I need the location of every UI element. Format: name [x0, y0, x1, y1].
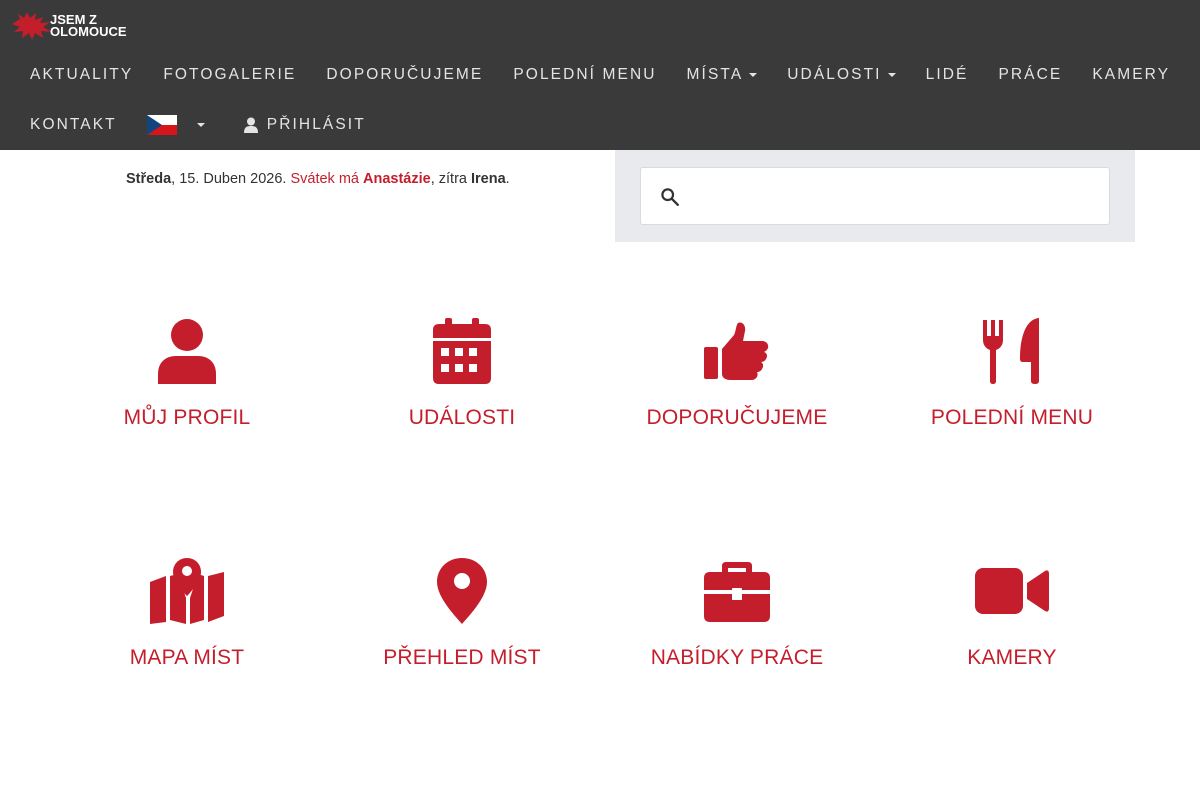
nav-aktuality[interactable]: AKTUALITY	[15, 50, 148, 100]
tile-my-profile[interactable]: MŮJ PROFIL	[67, 318, 307, 430]
tile-label: MAPA MÍST	[129, 646, 245, 669]
nav-doporucujeme[interactable]: DOPORUČUJEME	[311, 50, 498, 100]
tile-label: DOPORUČUJEME	[646, 406, 828, 429]
tile-job-offers[interactable]: NABÍDKY PRÁCE	[617, 558, 857, 670]
top-navbar: JSEM Z OLOMOUCE AKTUALITY FOTOGALERIE DO…	[0, 0, 1200, 150]
logo-line-2: OLOMOUCE	[50, 24, 127, 39]
calendar-icon	[433, 318, 491, 384]
tile-lunch-menu[interactable]: POLEDNÍ MENU	[892, 318, 1132, 430]
tile-events[interactable]: UDÁLOSTI	[342, 318, 582, 430]
map-marker-icon	[437, 558, 487, 624]
czech-flag-icon	[146, 115, 177, 135]
login-link[interactable]: PŘIHLÁSIT	[228, 100, 381, 150]
nav-mista-dropdown[interactable]: MÍSTA	[672, 50, 773, 100]
date-text: , 15. Duben 2026.	[171, 171, 291, 187]
tomorrow-prefix: , zítra	[430, 171, 471, 187]
nav-poledni-menu[interactable]: POLEDNÍ MENU	[498, 50, 671, 100]
caret-down-icon	[196, 123, 205, 127]
user-icon	[158, 319, 216, 384]
briefcase-icon	[704, 562, 770, 622]
search-panel	[615, 150, 1135, 242]
logo-wordmark: JSEM Z OLOMOUCE	[50, 13, 127, 39]
nav-kamery[interactable]: KAMERY	[1077, 50, 1185, 100]
nav-row-2: KONTAKT PŘIHLÁSIT	[15, 100, 381, 150]
search-icon	[661, 188, 679, 206]
nav-mista-label: MÍSTA	[686, 66, 744, 83]
nameday-tomorrow: Irena	[471, 171, 506, 187]
search-box[interactable]	[640, 167, 1110, 225]
date-line-end: .	[505, 171, 510, 187]
nameday-today: Anastázie	[363, 171, 431, 187]
caret-down-icon	[887, 73, 896, 77]
nav-udalosti-dropdown[interactable]: UDÁLOSTI	[772, 50, 910, 100]
tile-label: NABÍDKY PRÁCE	[650, 646, 824, 669]
eagle-logo-icon	[12, 12, 52, 40]
tile-label: UDÁLOSTI	[408, 406, 516, 429]
language-dropdown[interactable]	[132, 115, 220, 135]
weekday: Středa	[126, 171, 172, 187]
tile-label: POLEDNÍ MENU	[930, 406, 1094, 429]
nav-udalosti-label: UDÁLOSTI	[787, 66, 882, 83]
nav-kontakt[interactable]: KONTAKT	[15, 100, 132, 150]
tile-label: MŮJ PROFIL	[123, 406, 251, 429]
video-camera-icon	[975, 568, 1049, 614]
search-input[interactable]	[697, 178, 1097, 214]
login-label: PŘIHLÁSIT	[266, 116, 366, 133]
thumbs-up-icon	[704, 322, 769, 380]
fork-knife-icon	[983, 318, 1039, 384]
tile-cameras[interactable]: KAMERY	[892, 558, 1132, 670]
map-icon	[150, 558, 224, 624]
date-nameday-line: Středa, 15. Duben 2026. Svátek má Anastá…	[126, 171, 510, 187]
nav-prace[interactable]: PRÁCE	[983, 50, 1077, 100]
nav-fotogalerie[interactable]: FOTOGALERIE	[148, 50, 311, 100]
site-logo[interactable]: JSEM Z OLOMOUCE	[10, 8, 127, 44]
nameday-prefix: Svátek má	[290, 171, 363, 187]
tile-places-overview[interactable]: PŘEHLED MÍST	[342, 558, 582, 670]
nav-lide[interactable]: LIDÉ	[911, 50, 984, 100]
nav-row-1: AKTUALITY FOTOGALERIE DOPORUČUJEME POLED…	[15, 50, 1185, 100]
user-icon	[243, 117, 258, 133]
tile-label: PŘEHLED MÍST	[383, 646, 541, 669]
tile-recommended[interactable]: DOPORUČUJEME	[617, 318, 857, 430]
caret-down-icon	[749, 73, 758, 77]
tile-places-map[interactable]: MAPA MÍST	[67, 558, 307, 670]
tile-label: KAMERY	[967, 646, 1057, 669]
